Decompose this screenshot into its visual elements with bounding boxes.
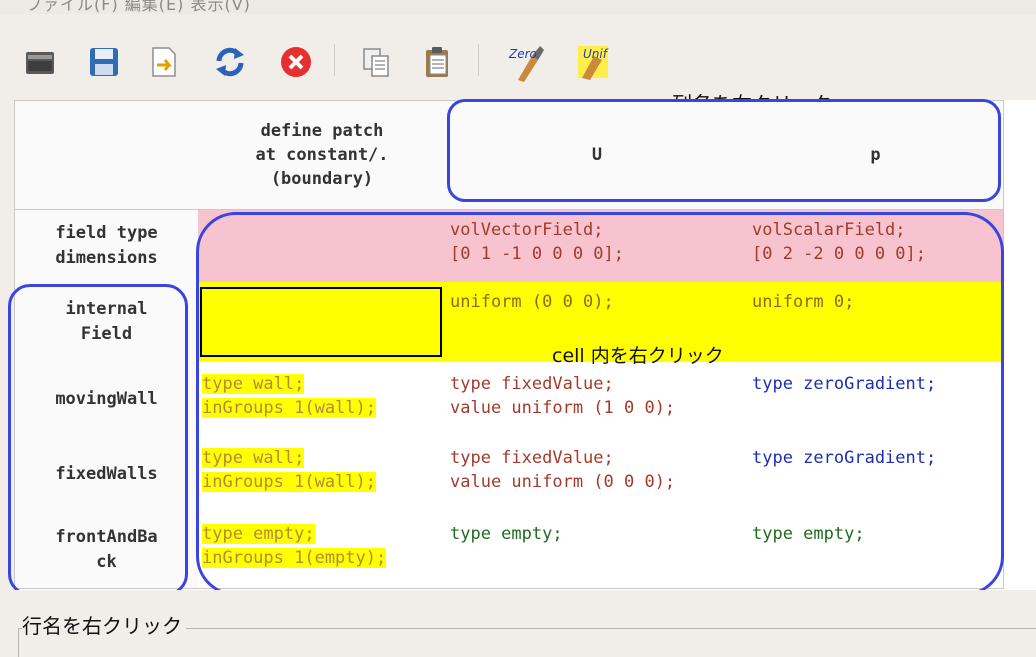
cell-annotation-label: cell 内を右クリック bbox=[552, 345, 724, 367]
zero-button[interactable]: Zero bbox=[506, 42, 546, 82]
column-header-outline bbox=[447, 99, 1001, 202]
svg-text:Zero: Zero bbox=[508, 47, 537, 61]
copy-button[interactable] bbox=[356, 42, 396, 82]
unif-icon: Unif bbox=[578, 46, 609, 80]
import-button[interactable] bbox=[144, 42, 184, 82]
menubar: ファイル(F) 編集(E) 表示(V) bbox=[0, 0, 1036, 14]
menubar-text[interactable]: ファイル(F) 編集(E) 表示(V) bbox=[26, 0, 251, 14]
open-folder-icon bbox=[26, 52, 54, 74]
row-header-field-type[interactable]: field type dimensions bbox=[14, 210, 199, 283]
copy-icon bbox=[363, 48, 389, 77]
toolbar: Zero Unif bbox=[0, 14, 1036, 100]
zero-icon: Zero bbox=[508, 46, 544, 82]
group-box-border-left bbox=[18, 628, 19, 657]
open-folder-button[interactable] bbox=[20, 42, 60, 82]
cell-area-outline bbox=[196, 212, 1004, 596]
paste-button[interactable] bbox=[418, 42, 458, 82]
unif-button[interactable]: Unif bbox=[574, 42, 614, 82]
reload-button[interactable] bbox=[210, 42, 250, 82]
save-icon bbox=[90, 48, 118, 76]
toolbar-separator bbox=[334, 44, 335, 76]
save-button[interactable] bbox=[84, 42, 124, 82]
close-button[interactable] bbox=[276, 42, 316, 82]
reload-icon bbox=[216, 47, 244, 77]
import-icon bbox=[152, 47, 176, 77]
column-header-patch[interactable]: define patch at constant/. (boundary) bbox=[198, 100, 447, 210]
corner-header bbox=[14, 100, 199, 210]
svg-text:Unif: Unif bbox=[583, 47, 609, 61]
paste-icon bbox=[426, 47, 448, 77]
row-header-outline bbox=[8, 284, 188, 596]
toolbar-separator bbox=[478, 44, 479, 76]
row-annotation-label: 行名を右クリック bbox=[22, 610, 186, 639]
close-icon bbox=[281, 47, 311, 77]
